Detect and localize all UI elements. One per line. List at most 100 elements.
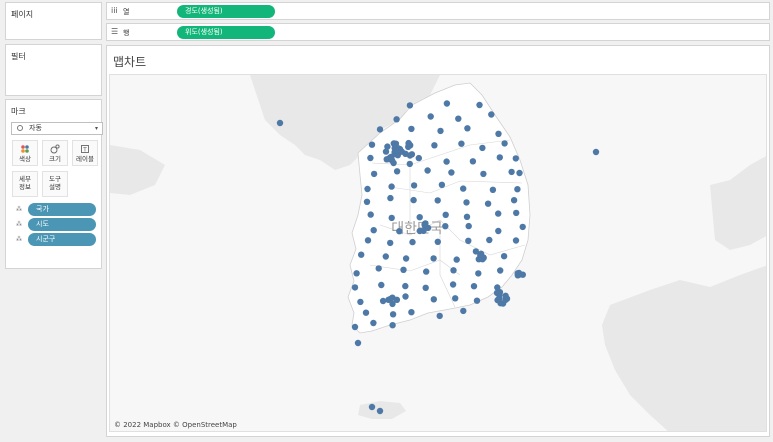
map-mark[interactable] (390, 159, 397, 167)
map-mark[interactable] (362, 309, 370, 316)
map-mark[interactable] (370, 227, 377, 234)
mark-type-dropdown[interactable]: 자동 ▾ (11, 122, 103, 135)
map-mark[interactable] (370, 170, 378, 178)
map-mark[interactable] (367, 211, 374, 218)
map-mark[interactable] (357, 298, 364, 306)
map-mark[interactable] (400, 266, 407, 273)
tooltip-button[interactable]: 도구 설명 (42, 171, 68, 197)
map-mark[interactable] (500, 253, 508, 260)
map-mark[interactable] (423, 268, 430, 275)
map-mark[interactable] (410, 182, 418, 189)
map-mark[interactable] (514, 270, 521, 277)
columns-shelf[interactable]: iii 열 경도(생성됨) (106, 2, 770, 20)
map-mark[interactable] (496, 295, 503, 302)
map-mark[interactable] (438, 181, 446, 188)
map-mark[interactable] (436, 312, 443, 320)
map-mark[interactable] (354, 339, 362, 347)
map-mark[interactable] (391, 144, 398, 152)
latitude-pill[interactable]: 위도(생성됨) (177, 26, 275, 39)
map-mark[interactable] (508, 168, 515, 176)
map-mark[interactable] (592, 148, 600, 156)
map-mark[interactable] (402, 150, 409, 157)
map-mark[interactable] (516, 169, 523, 177)
map-mark[interactable] (512, 155, 519, 162)
map-mark[interactable] (460, 307, 467, 315)
map-mark[interactable] (368, 403, 376, 411)
map-mark[interactable] (424, 167, 431, 174)
map-mark[interactable] (367, 154, 374, 162)
map-mark[interactable] (384, 143, 391, 150)
map-mark[interactable] (489, 186, 497, 193)
map-mark[interactable] (486, 236, 493, 244)
map-mark[interactable] (388, 214, 395, 222)
map-mark[interactable] (409, 238, 416, 246)
map-mark[interactable] (402, 282, 409, 290)
map-mark[interactable] (379, 297, 387, 305)
map-mark[interactable] (450, 267, 457, 274)
map-mark[interactable] (496, 289, 504, 296)
map-mark[interactable] (427, 113, 434, 120)
map-mark[interactable] (358, 251, 365, 258)
map-mark[interactable] (363, 198, 371, 205)
map-mark[interactable] (415, 154, 422, 162)
map-mark[interactable] (465, 237, 472, 244)
map-mark[interactable] (495, 130, 502, 137)
map-mark[interactable] (458, 140, 465, 147)
map-mark[interactable] (497, 267, 504, 274)
map-mark[interactable] (405, 140, 412, 147)
map-mark[interactable] (376, 407, 384, 415)
map-mark[interactable] (473, 297, 481, 304)
map-mark[interactable] (393, 296, 401, 303)
map-mark[interactable] (496, 154, 503, 161)
map-mark[interactable] (476, 101, 483, 109)
map-mark[interactable] (437, 127, 444, 135)
map-mark[interactable] (370, 319, 377, 327)
pages-panel[interactable]: 페이지 (5, 2, 102, 40)
map-mark[interactable] (396, 145, 404, 153)
map-mark[interactable] (514, 186, 521, 193)
map-mark[interactable] (502, 296, 509, 304)
map-mark[interactable] (463, 213, 471, 220)
map-mark[interactable] (464, 125, 471, 132)
map-mark[interactable] (408, 309, 415, 316)
map-mark[interactable] (495, 227, 502, 235)
map-mark[interactable] (430, 296, 437, 303)
map-mark[interactable] (410, 196, 417, 204)
detail-pill-sido[interactable]: 시도 (28, 218, 96, 231)
map-mark[interactable] (510, 197, 518, 204)
map-mark[interactable] (431, 142, 438, 149)
map-mark[interactable] (387, 239, 394, 247)
map-mark[interactable] (465, 222, 472, 230)
map-mark[interactable] (406, 102, 414, 109)
map-mark[interactable] (394, 152, 401, 159)
map-mark[interactable] (475, 270, 482, 277)
map-mark[interactable] (495, 210, 502, 217)
map-mark[interactable] (463, 199, 470, 206)
map-mark[interactable] (353, 270, 360, 277)
size-button[interactable]: 크기 (42, 140, 68, 166)
map-mark[interactable] (364, 185, 371, 193)
map-mark[interactable] (452, 295, 459, 302)
map-mark[interactable] (408, 125, 415, 133)
map-mark[interactable] (430, 255, 437, 262)
map-mark[interactable] (460, 185, 467, 192)
map-mark[interactable] (388, 153, 395, 160)
map-mark[interactable] (389, 311, 397, 318)
map-mark[interactable] (375, 265, 382, 272)
map-mark[interactable] (351, 323, 359, 331)
map-mark[interactable] (376, 126, 384, 133)
detail-button[interactable]: 세부 정보 (12, 171, 38, 197)
map-mark[interactable] (416, 214, 423, 221)
map-mark[interactable] (479, 144, 486, 152)
map-mark[interactable] (469, 158, 477, 165)
map-mark[interactable] (393, 116, 400, 123)
map-mark[interactable] (443, 100, 451, 107)
map-mark[interactable] (488, 111, 495, 118)
map-mark[interactable] (479, 256, 486, 263)
map-mark[interactable] (388, 183, 395, 190)
rows-shelf[interactable]: ☰ 행 위도(생성됨) (106, 23, 770, 41)
map-mark[interactable] (455, 115, 462, 122)
map-mark[interactable] (276, 119, 284, 127)
map-mark[interactable] (449, 281, 457, 288)
map-mark[interactable] (368, 141, 376, 148)
